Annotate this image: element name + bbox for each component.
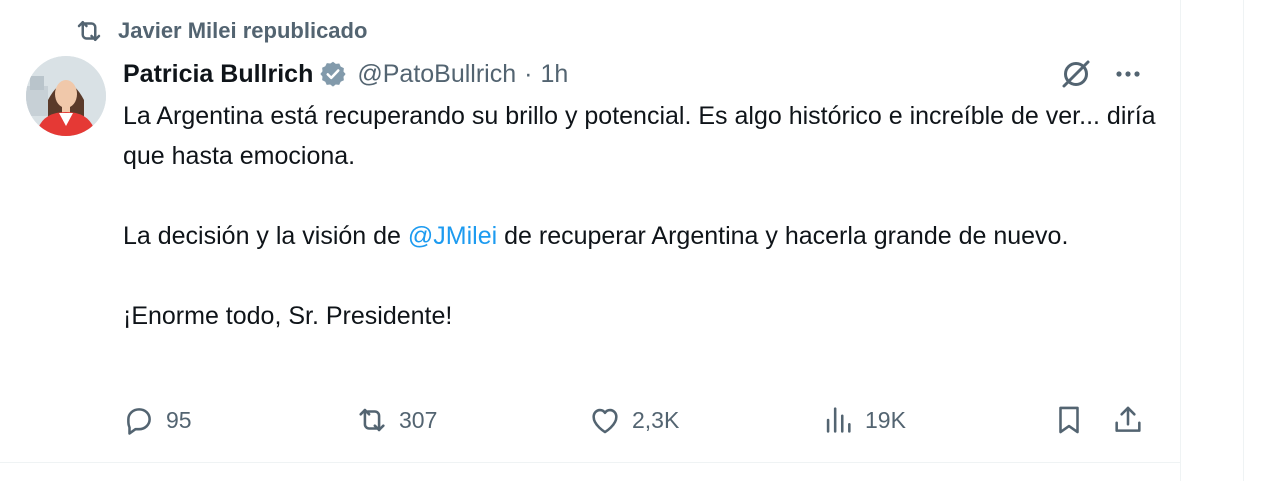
reply-icon xyxy=(127,408,151,435)
grok-icon[interactable] xyxy=(1058,56,1094,92)
sidebar-divider xyxy=(1243,0,1244,481)
analytics-icon xyxy=(826,407,851,433)
repost-icon xyxy=(77,21,101,41)
more-options-icon[interactable] xyxy=(1110,58,1146,90)
column-divider xyxy=(1180,0,1181,481)
repost-button[interactable]: 307 xyxy=(355,400,437,440)
author-name[interactable]: Patricia Bullrich xyxy=(123,60,313,89)
mention-link[interactable]: @JMilei xyxy=(408,222,497,250)
tweet-timestamp[interactable]: 1h xyxy=(540,60,568,89)
avatar-image xyxy=(26,56,106,136)
views-button[interactable]: 19K xyxy=(821,400,906,440)
heart-icon xyxy=(592,408,618,434)
tweet-divider xyxy=(0,462,1180,463)
share-icon[interactable] xyxy=(1111,403,1145,437)
avatar[interactable] xyxy=(26,56,106,136)
author-handle[interactable]: @PatoBullrich xyxy=(357,60,516,89)
like-button[interactable]: 2,3K xyxy=(588,400,679,440)
tweet-paragraph-2: La decisión y la visión de @JMilei de re… xyxy=(123,216,1163,256)
tweet-header: Patricia Bullrich @PatoBullrich · 1h xyxy=(123,56,568,92)
tweet-paragraph-3: ¡Enorme todo, Sr. Presidente! xyxy=(123,302,453,330)
like-count: 2,3K xyxy=(632,406,680,433)
verified-badge-icon[interactable] xyxy=(319,60,347,88)
repost-context[interactable]: Javier Milei republicado xyxy=(74,16,367,46)
tweet-paragraph-1: La Argentina está recuperando su brillo … xyxy=(123,102,1156,170)
reply-button[interactable]: 95 xyxy=(122,400,192,440)
tweet-body: La Argentina está recuperando su brillo … xyxy=(123,96,1163,336)
tweet-paragraph-2-end: de recuperar Argentina y hacerla grande … xyxy=(497,222,1069,250)
separator-dot: · xyxy=(524,59,533,88)
repost-context-label: Javier Milei republicado xyxy=(118,18,368,43)
bookmark-icon[interactable] xyxy=(1052,403,1086,437)
tweet-actions: 95 307 2,3K 19K xyxy=(0,400,1180,440)
tweet-paragraph-2-start: La decisión y la visión de xyxy=(123,222,408,250)
repost-icon xyxy=(359,408,385,432)
reply-count: 95 xyxy=(166,406,192,433)
views-count: 19K xyxy=(865,406,906,433)
repost-count: 307 xyxy=(399,406,438,433)
